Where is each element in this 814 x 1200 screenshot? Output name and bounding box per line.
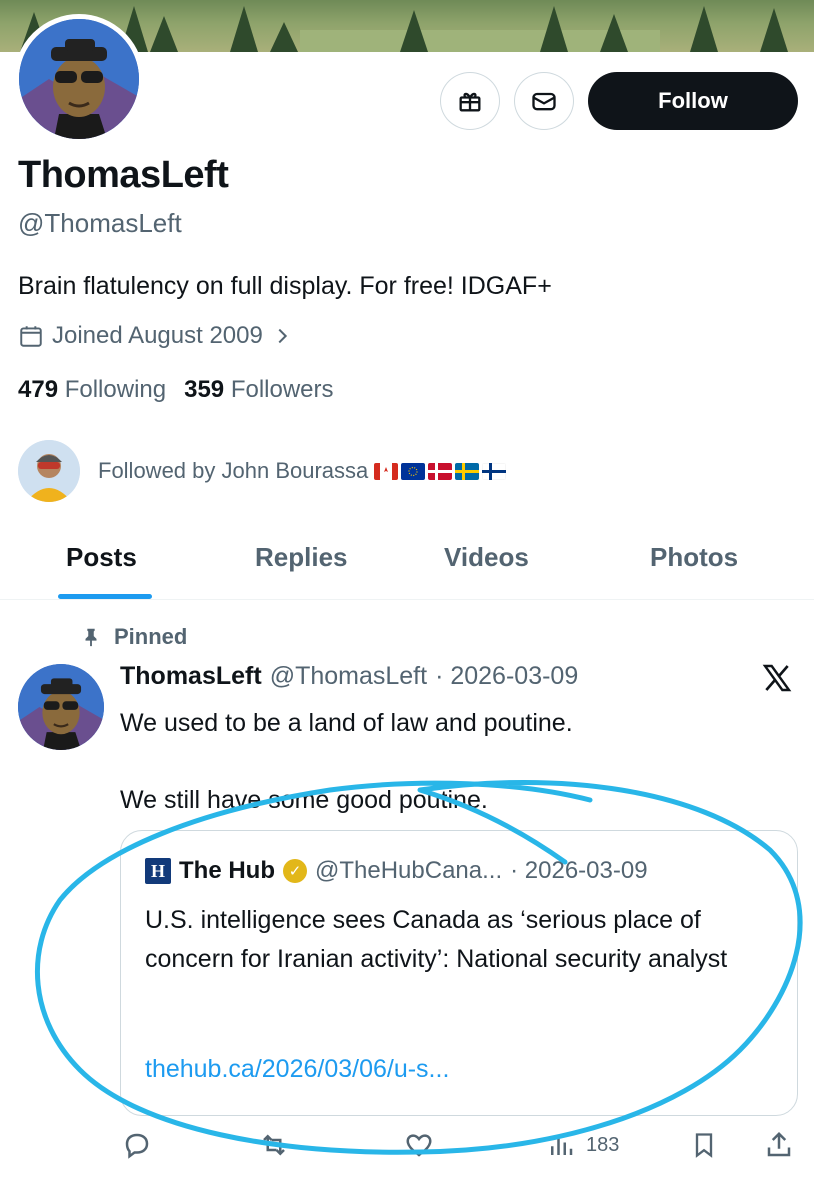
active-tab-indicator [58,594,152,599]
calendar-icon [20,326,42,347]
repost-icon [263,1134,285,1156]
bookmark-icon [695,1133,713,1158]
profile-stats: 479 Following 359 Followers [18,376,334,404]
quoted-tweet-card[interactable]: H The Hub ✓ @TheHubCana... · 2026-03-09 … [120,830,798,1116]
flag-emojis [374,462,507,480]
follower-avatar [18,440,80,502]
profile-bio: Brain flatulency on full display. For fr… [18,272,552,300]
tab-replies[interactable]: Replies [255,542,348,573]
like-button[interactable] [404,1130,434,1160]
tweet-date[interactable]: · 2026-03-09 [435,662,578,691]
following-link[interactable]: 479 Following [18,376,166,404]
tweet-author-avatar[interactable] [18,664,104,750]
views-button[interactable]: 183 [546,1130,619,1160]
quote-text: U.S. intelligence sees Canada as ‘seriou… [145,906,728,973]
quote-author-handle: @TheHubCana... [315,857,503,884]
joined-date[interactable]: Joined August 2009 [18,322,293,350]
quote-link[interactable]: thehub.ca/2026/03/06/u-s... [145,1055,449,1084]
quote-author-name: The Hub [179,857,275,884]
repost-button[interactable] [258,1130,290,1160]
tweet-header: ThomasLeft @ThomasLeft · 2026-03-09 [120,662,578,691]
tweet-author-name[interactable]: ThomasLeft [120,662,262,691]
pin-icon [85,628,97,647]
bookmark-button[interactable] [690,1130,718,1160]
tab-videos[interactable]: Videos [444,542,529,573]
tweet-actions: 183 [0,1126,814,1170]
gift-button[interactable] [440,72,500,130]
joined-text: Joined August 2009 [52,322,263,349]
views-count: 183 [586,1133,620,1156]
share-button[interactable] [764,1130,794,1160]
profile-handle: @ThomasLeft [18,208,182,238]
quote-date: · 2026-03-09 [510,857,648,884]
profile-avatar[interactable] [14,14,144,144]
follow-button[interactable]: Follow [588,72,798,130]
tweet-line-2: We still have some good poutine. [120,785,488,814]
reply-icon [125,1133,149,1159]
envelope-icon [532,92,556,111]
profile-name: ThomasLeft [18,154,229,196]
tweet-text: We used to be a land of law and poutine.… [120,704,780,820]
reply-button[interactable] [122,1130,152,1160]
profile-tabs: Posts Replies Videos Photos [0,524,814,600]
tweet-author-handle[interactable]: @ThomasLeft [270,662,427,691]
views-icon [551,1136,573,1155]
chevron-right-icon [278,328,287,344]
tab-posts[interactable]: Posts [66,542,137,573]
followed-by[interactable]: Followed by John Bourassa [18,440,507,502]
gift-icon [459,92,481,112]
share-icon [767,1131,791,1157]
followers-link[interactable]: 359 Followers [184,376,333,404]
tweet-line-1: We used to be a land of law and poutine. [120,709,573,737]
x-logo-icon[interactable] [760,662,794,703]
hub-logo-icon: H [145,858,171,884]
like-icon [406,1134,432,1157]
quote-header: H The Hub ✓ @TheHubCana... · 2026-03-09 [145,857,648,885]
tab-photos[interactable]: Photos [650,542,738,573]
message-button[interactable] [514,72,574,130]
verified-badge-icon: ✓ [283,859,307,883]
pinned-label: Pinned [80,624,187,650]
followed-by-text: Followed by John Bourassa [98,458,369,483]
